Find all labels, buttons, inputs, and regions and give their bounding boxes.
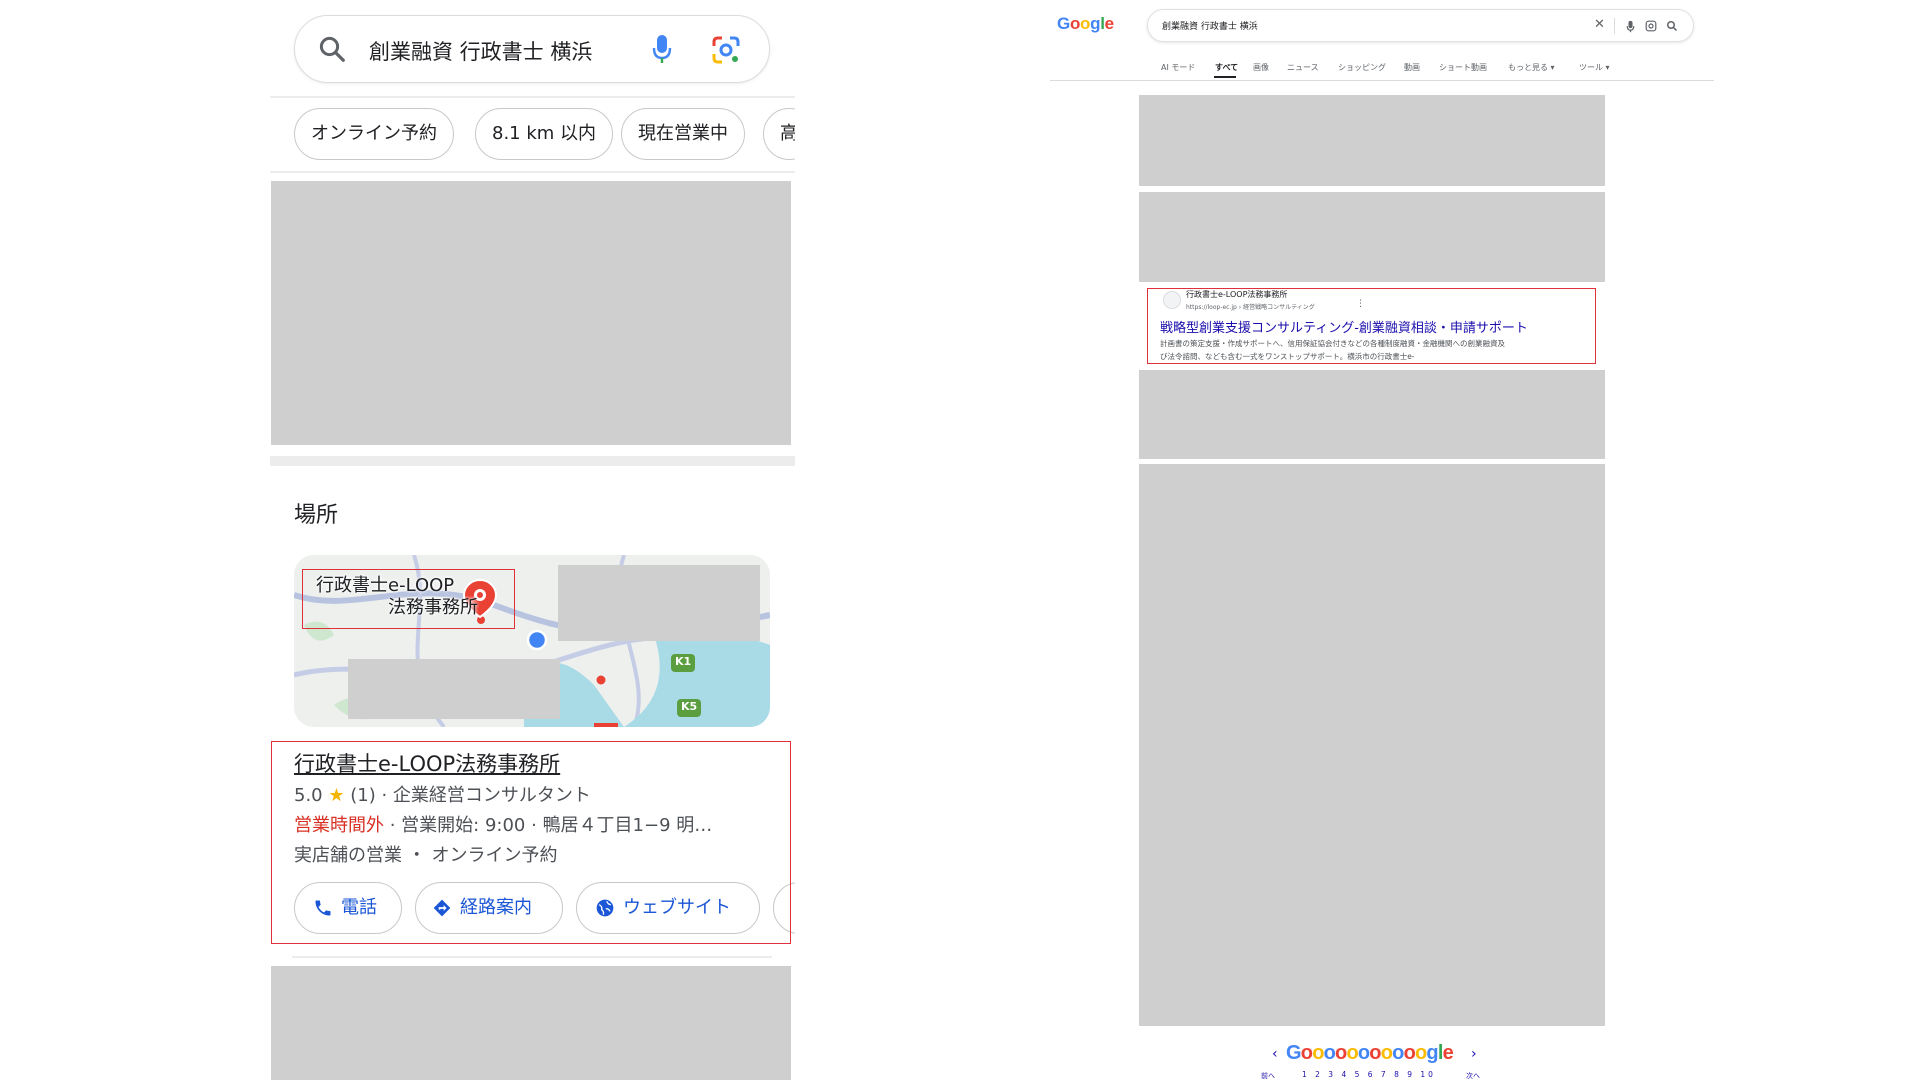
tab-all[interactable]: すべて	[1215, 62, 1238, 73]
highway-marker-k1: K1	[675, 655, 692, 668]
lens-icon[interactable]	[1645, 20, 1657, 32]
prev-page-link[interactable]: 前へ	[1261, 1071, 1275, 1080]
chip-online-booking[interactable]: オンライン予約	[294, 108, 454, 160]
divider	[1614, 18, 1615, 34]
tab-videos[interactable]: 動画	[1404, 62, 1420, 73]
divider	[270, 171, 795, 173]
highlight-box-result	[1147, 288, 1596, 364]
search-icon[interactable]	[317, 34, 347, 64]
highway-marker-k5: K5	[681, 700, 698, 713]
pagination-logo: Gooooooooooogle	[1286, 1042, 1454, 1064]
chip-rating[interactable]: 高	[763, 108, 795, 160]
next-arrow-icon[interactable]: ›	[1471, 1046, 1477, 1062]
tab-shopping[interactable]: ショッピング	[1338, 62, 1386, 73]
google-logo[interactable]: Google	[1057, 14, 1114, 34]
placeholder-block	[1139, 95, 1605, 186]
tab-more[interactable]: もっと見る ▾	[1508, 62, 1555, 73]
divider	[270, 96, 795, 98]
placeholder-block	[1139, 370, 1605, 459]
mobile-search-results: 創業融資 行政書士 横浜 オンライン予約 8.1 km 以内 現在営業中 高 場…	[270, 0, 795, 1080]
placeholder-block	[271, 966, 791, 1080]
tab-images[interactable]: 画像	[1253, 62, 1269, 73]
chip-open-now[interactable]: 現在営業中	[621, 108, 745, 160]
search-query[interactable]: 創業融資 行政書士 横浜	[1162, 19, 1258, 32]
highlight-box-map-label	[302, 569, 515, 629]
prev-arrow-icon[interactable]: ‹	[1272, 1046, 1278, 1062]
highlight-box-business	[271, 741, 791, 944]
active-tab-indicator	[1214, 76, 1236, 78]
divider	[1050, 80, 1714, 81]
placeholder-block	[1139, 192, 1605, 282]
places-title: 場所	[294, 503, 339, 528]
placeholder-block	[1139, 464, 1605, 1026]
chip-distance[interactable]: 8.1 km 以内	[475, 108, 614, 160]
tab-ai-mode[interactable]: AI モード	[1161, 62, 1195, 73]
placeholder-block	[348, 659, 560, 719]
mic-icon[interactable]	[651, 33, 673, 65]
search-bar[interactable]: 創業融資 行政書士 横浜 ✕	[1147, 9, 1694, 42]
tab-tools[interactable]: ツール ▾	[1579, 62, 1610, 73]
tab-news[interactable]: ニュース	[1287, 62, 1319, 73]
page-numbers[interactable]: 1 2 3 4 5 6 7 8 9 10	[1302, 1070, 1436, 1079]
search-query[interactable]: 創業融資 行政書士 横浜	[369, 36, 592, 66]
mic-icon[interactable]	[1626, 20, 1635, 33]
clear-icon[interactable]: ✕	[1594, 17, 1605, 32]
placeholder-block	[558, 565, 760, 641]
next-page-link[interactable]: 次へ	[1466, 1071, 1480, 1080]
desktop-search-results: Google 創業融資 行政書士 横浜 ✕ AI モード すべて 画像 ニュース…	[1050, 0, 1720, 1080]
search-bar[interactable]: 創業融資 行政書士 横浜	[294, 15, 770, 83]
section-divider	[270, 456, 795, 466]
tab-short-videos[interactable]: ショート動画	[1439, 62, 1487, 73]
search-icon[interactable]	[1666, 20, 1678, 32]
lens-icon[interactable]	[711, 35, 741, 65]
placeholder-block	[271, 181, 791, 445]
divider	[292, 956, 772, 958]
